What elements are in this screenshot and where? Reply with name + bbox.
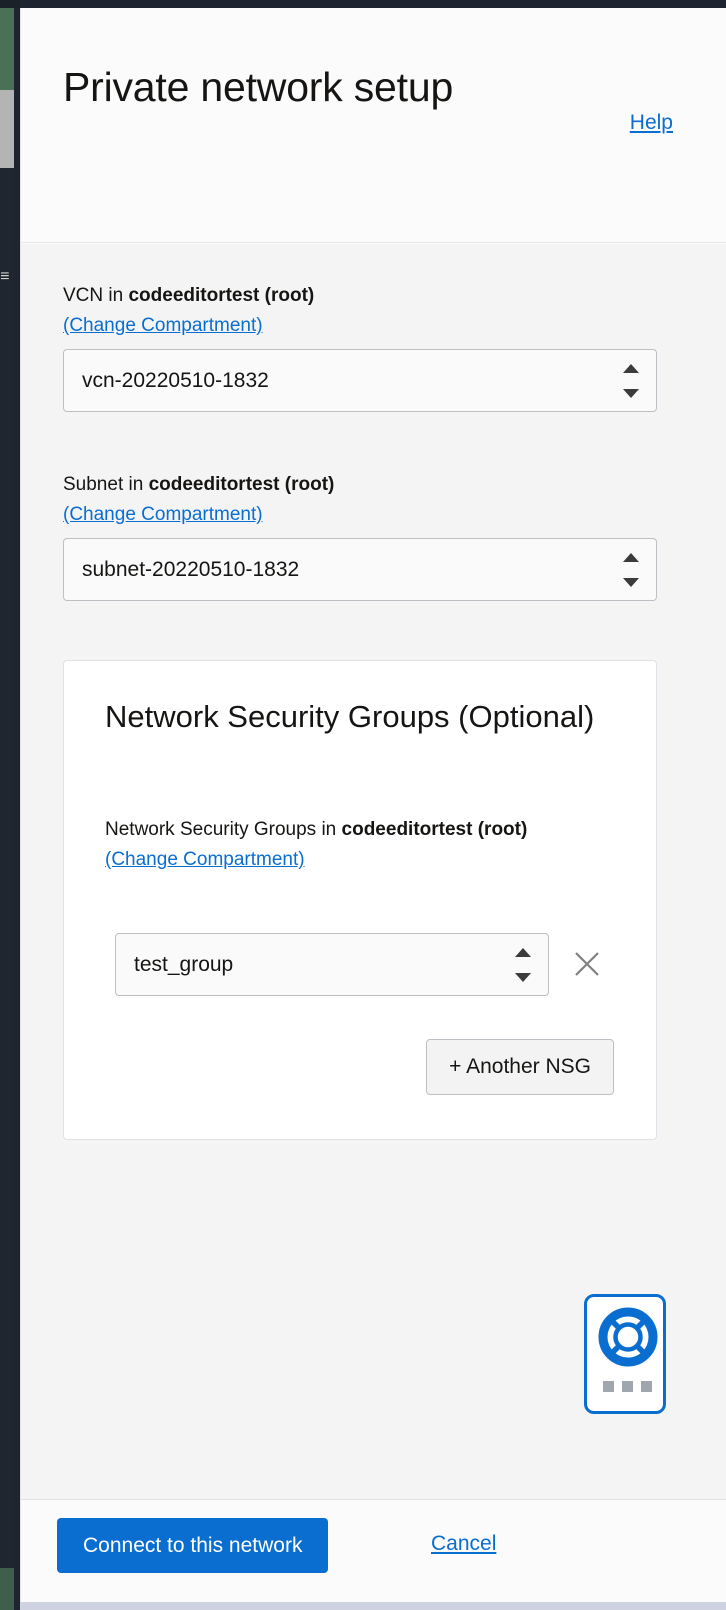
nsg-select[interactable]: test_group xyxy=(115,933,549,996)
spinner-updown-icon[interactable] xyxy=(622,553,640,587)
help-widget-button[interactable] xyxy=(584,1294,666,1414)
background-activity-strip xyxy=(0,8,14,90)
window-topbar xyxy=(20,0,726,8)
nsg-compartment: codeeditortest (root) xyxy=(342,819,528,840)
chevron-up-icon xyxy=(623,364,639,373)
subnet-label: Subnet in codeeditortest (root) xyxy=(63,471,657,499)
nsg-label-prefix: Network Security Groups in xyxy=(105,819,342,840)
background-glyph: ≡ xyxy=(0,268,14,286)
dialog-header: Private network setup Help xyxy=(21,8,726,243)
background-scrollbar-thumb xyxy=(0,90,14,168)
cancel-link[interactable]: Cancel xyxy=(431,1532,496,1556)
nsg-panel-title: Network Security Groups (Optional) xyxy=(105,697,605,736)
chevron-up-icon xyxy=(623,553,639,562)
private-network-setup-dialog: Private network setup Help VCN in codeed… xyxy=(20,8,726,1602)
nsg-select-value: test_group xyxy=(134,934,233,995)
background-status-strip xyxy=(0,1568,14,1610)
subnet-change-compartment-link[interactable]: (Change Compartment) xyxy=(63,501,263,529)
vcn-field-block: VCN in codeeditortest (root) (Change Com… xyxy=(63,282,657,412)
chevron-up-icon xyxy=(515,948,531,957)
chevron-down-icon xyxy=(623,578,639,587)
chevron-down-icon xyxy=(623,389,639,398)
spinner-updown-icon[interactable] xyxy=(622,364,640,398)
subnet-compartment: codeeditortest (root) xyxy=(149,474,335,495)
vcn-select[interactable]: vcn-20220510-1832 xyxy=(63,349,657,412)
background-editor-gutter xyxy=(0,168,14,1568)
dialog-footer: Connect to this network Cancel xyxy=(21,1499,726,1602)
subnet-label-prefix: Subnet in xyxy=(63,474,149,495)
subnet-select-value: subnet-20220510-1832 xyxy=(82,539,299,600)
nsg-row: test_group xyxy=(115,933,615,996)
lifebuoy-icon xyxy=(598,1307,658,1372)
vcn-compartment: codeeditortest (root) xyxy=(128,285,314,306)
window-bottom-edge xyxy=(20,1602,726,1610)
network-security-groups-panel: Network Security Groups (Optional) Netwo… xyxy=(63,660,657,1140)
spinner-updown-icon[interactable] xyxy=(514,948,532,982)
vcn-select-value: vcn-20220510-1832 xyxy=(82,350,269,411)
vcn-label: VCN in codeeditortest (root) xyxy=(63,282,657,310)
subnet-field-block: Subnet in codeeditortest (root) (Change … xyxy=(63,471,657,601)
vcn-label-prefix: VCN in xyxy=(63,285,128,306)
dot-grid-icon xyxy=(603,1381,653,1392)
vcn-change-compartment-link[interactable]: (Change Compartment) xyxy=(63,312,263,340)
nsg-change-compartment-link[interactable]: (Change Compartment) xyxy=(105,846,305,874)
connect-to-this-network-button[interactable]: Connect to this network xyxy=(57,1518,328,1573)
close-x-icon[interactable] xyxy=(570,947,604,981)
dialog-body: VCN in codeeditortest (root) (Change Com… xyxy=(21,244,726,1499)
help-link[interactable]: Help xyxy=(630,111,673,135)
nsg-label: Network Security Groups in codeeditortes… xyxy=(105,816,535,844)
nsg-compartment-block: Network Security Groups in codeeditortes… xyxy=(105,816,535,874)
chevron-down-icon xyxy=(515,973,531,982)
background-editor-sliver: ≡ xyxy=(0,0,20,1610)
background-topbar xyxy=(0,0,20,8)
add-another-nsg-button[interactable]: + Another NSG xyxy=(426,1039,614,1095)
page-title: Private network setup xyxy=(63,40,493,135)
subnet-select[interactable]: subnet-20220510-1832 xyxy=(63,538,657,601)
